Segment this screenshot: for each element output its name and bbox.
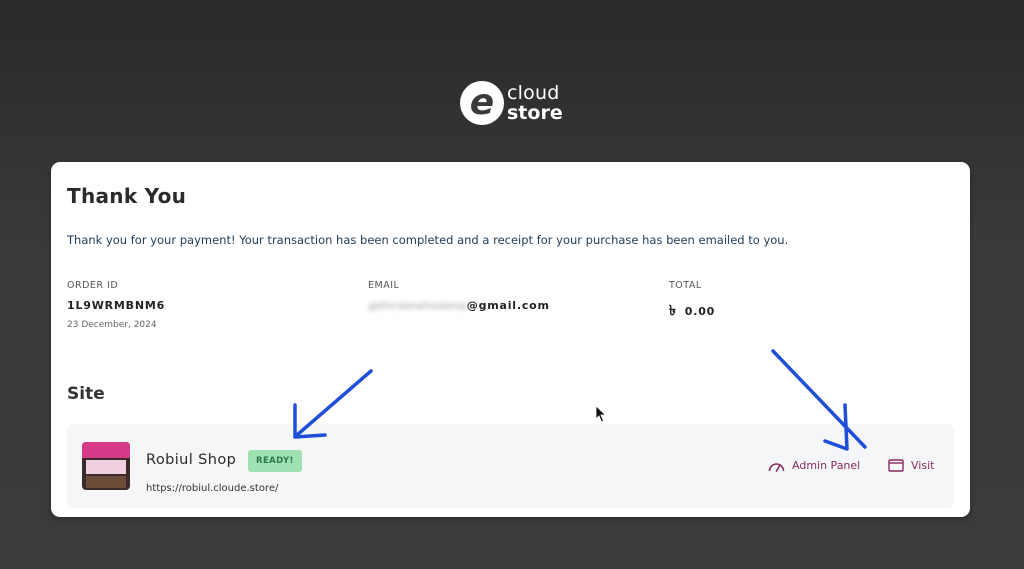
brand-line-store: store (507, 101, 563, 124)
total-label: TOTAL (669, 280, 702, 291)
total-value: ৳ 0.00 (669, 299, 715, 323)
email-value: gethcolerwhoolersd@gmail.com (368, 299, 550, 312)
brand-wordmark: cloud store (507, 81, 563, 124)
visit-label: Visit (911, 459, 935, 472)
admin-panel-link[interactable]: Admin Panel (768, 459, 860, 472)
confirmation-message: Thank you for your payment! Your transac… (67, 233, 789, 247)
brand-line-cloud: cloud (507, 81, 560, 104)
mouse-cursor-icon (595, 405, 607, 423)
visit-link[interactable]: Visit (888, 459, 934, 472)
arrow-annotation-icon (293, 369, 373, 439)
e-logo-icon: e (460, 81, 504, 125)
site-section-title: Site (67, 384, 105, 404)
email-block: EMAIL gethcolerwhoolersd@gmail.com (368, 280, 550, 312)
arrow-annotation-icon (771, 349, 867, 451)
currency-symbol: ৳ (669, 303, 677, 319)
email-redacted: gethcolerwhoolersd (368, 301, 467, 312)
site-thumbnail (82, 442, 130, 490)
site-name: Robiul Shop (146, 452, 237, 468)
email-label: EMAIL (368, 280, 400, 291)
order-id-label: ORDER ID (67, 280, 119, 291)
total-amount: 0.00 (684, 305, 716, 318)
order-date: 23 December, 2024 (67, 320, 157, 330)
order-id-value: 1L9WRMBNM6 (67, 299, 166, 312)
status-badge: READY! (248, 450, 302, 472)
email-domain: @gmail.com (466, 299, 550, 312)
window-icon (888, 459, 904, 472)
admin-panel-label: Admin Panel (792, 459, 861, 472)
site-url[interactable]: https://robiul.cloude.store/ (146, 483, 278, 494)
order-id-block: ORDER ID 1L9WRMBNM6 23 December, 2024 (67, 280, 165, 330)
total-block: TOTAL ৳ 0.00 (669, 280, 715, 323)
speedometer-icon (768, 460, 785, 472)
brand-logo[interactable]: e cloud store (460, 78, 570, 128)
page-title: Thank You (67, 184, 187, 208)
receipt-card: Thank You Thank you for your payment! Yo… (51, 162, 970, 517)
